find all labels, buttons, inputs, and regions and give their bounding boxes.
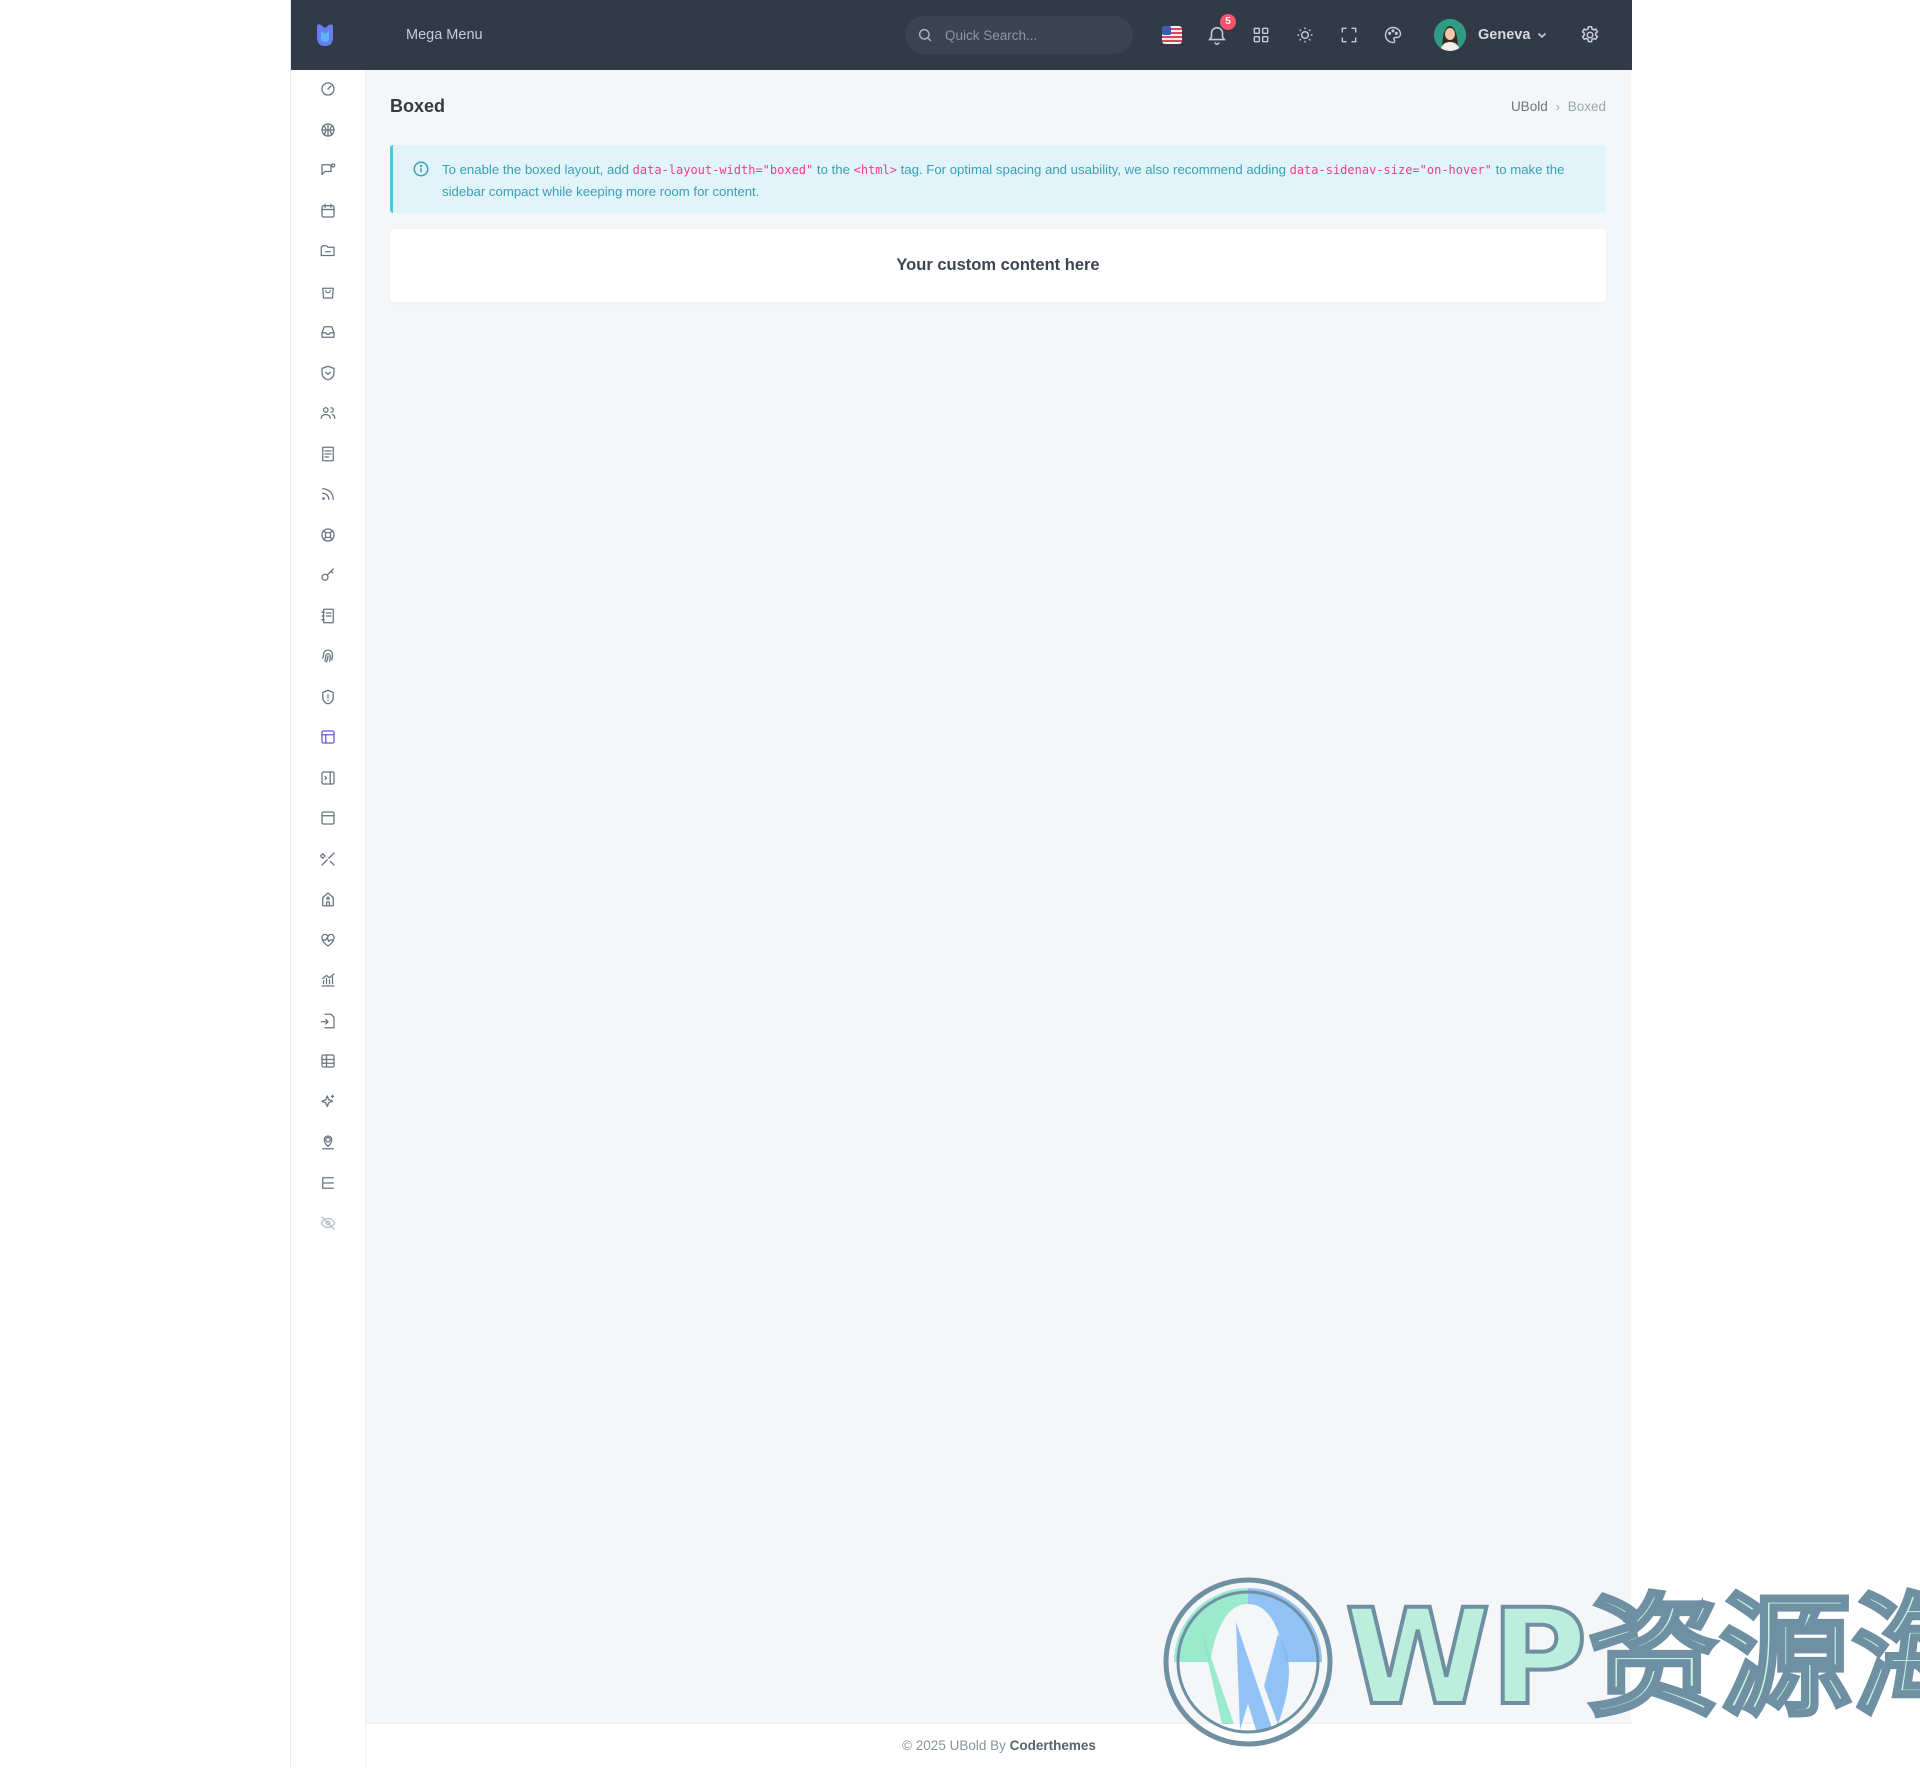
layout-navbar-icon[interactable]	[317, 807, 339, 829]
apps-grid-icon[interactable]	[1249, 23, 1273, 47]
alert-text-1: To enable the boxed layout, add	[442, 162, 633, 177]
breadcrumb-current: Boxed	[1567, 99, 1606, 114]
file-import-icon[interactable]	[317, 1010, 339, 1032]
search-box[interactable]	[905, 16, 1133, 54]
table-icon[interactable]	[317, 1050, 339, 1072]
search-input[interactable]	[945, 27, 1125, 43]
building-icon[interactable]	[317, 888, 339, 910]
tools-icon[interactable]	[317, 848, 339, 870]
rss-icon[interactable]	[317, 483, 339, 505]
notebook-icon[interactable]	[317, 605, 339, 627]
breadcrumb-separator-icon: ›	[1555, 99, 1560, 114]
shield-exclamation-icon[interactable]	[317, 686, 339, 708]
fingerprint-icon[interactable]	[317, 645, 339, 667]
basketball-icon[interactable]	[317, 119, 339, 141]
alert-message: To enable the boxed layout, add data-lay…	[442, 159, 1597, 202]
chevron-down-icon[interactable]	[1536, 29, 1548, 41]
search-icon	[918, 28, 932, 42]
user-name[interactable]: Geneva	[1478, 27, 1530, 43]
lifebuoy-icon[interactable]	[317, 524, 339, 546]
gear-icon[interactable]	[1577, 22, 1603, 48]
us-flag-icon[interactable]	[1162, 26, 1182, 44]
gauge-icon[interactable]	[317, 78, 339, 100]
info-alert: To enable the boxed layout, add data-lay…	[390, 145, 1606, 213]
fullscreen-icon[interactable]	[1337, 23, 1361, 47]
chart-line-icon[interactable]	[317, 969, 339, 991]
boxed-layout: Mega Menu 5	[290, 0, 1632, 1767]
layout-boxed-icon[interactable]	[317, 726, 339, 748]
code-layout-width: data-layout-width="boxed"	[632, 163, 814, 177]
key-icon[interactable]	[317, 564, 339, 586]
alert-text-3: tag. For optimal spacing and usability, …	[896, 162, 1290, 177]
sidebar-right-icon[interactable]	[317, 767, 339, 789]
logo-icon[interactable]	[312, 21, 338, 49]
code-html-tag: <html>	[853, 163, 897, 177]
page-title: Boxed	[390, 96, 446, 116]
eye-off-icon[interactable]	[317, 1212, 339, 1234]
footer-brand-link[interactable]: Coderthemes	[1010, 1738, 1096, 1753]
watermark-text: WP资源海	[1343, 1578, 1920, 1738]
code-sidenav-size: data-sidenav-size="on-hover"	[1289, 163, 1492, 177]
file-text-icon[interactable]	[317, 443, 339, 465]
info-icon	[413, 161, 429, 177]
sun-icon[interactable]	[1293, 23, 1317, 47]
shopping-bag-icon[interactable]	[317, 281, 339, 303]
notification-badge: 5	[1220, 14, 1236, 30]
mega-menu-link[interactable]: Mega Menu	[406, 0, 483, 70]
palette-icon[interactable]	[1381, 23, 1405, 47]
avatar[interactable]	[1434, 19, 1466, 51]
footer-copyright: © 2025 UBold By	[902, 1738, 1010, 1753]
watermark-cjk: 资源海	[1585, 1579, 1920, 1737]
user-menu[interactable]: Geneva	[1434, 19, 1548, 51]
watermark: WP资源海	[1160, 1574, 1920, 1750]
breadcrumb-root[interactable]: UBold	[1511, 99, 1548, 114]
users-icon[interactable]	[317, 402, 339, 424]
sidebar	[291, 70, 366, 1767]
sparkles-icon[interactable]	[317, 1091, 339, 1113]
activity-heart-icon[interactable]	[317, 929, 339, 951]
folder-icon[interactable]	[317, 240, 339, 262]
wordpress-logo-icon	[1163, 1577, 1333, 1747]
message-icon[interactable]	[317, 159, 339, 181]
map-pin-icon[interactable]	[317, 1131, 339, 1153]
card-text: Your custom content here	[896, 256, 1100, 274]
alert-text-2: to the	[813, 162, 854, 177]
list-tree-icon[interactable]	[317, 1172, 339, 1194]
inbox-icon[interactable]	[317, 321, 339, 343]
shield-heart-icon[interactable]	[317, 362, 339, 384]
content-card: Your custom content here	[390, 229, 1606, 302]
watermark-latin: WP	[1343, 1579, 1589, 1737]
topbar: Mega Menu 5	[291, 0, 1632, 70]
breadcrumb: UBold › Boxed	[1511, 99, 1606, 114]
calendar-icon[interactable]	[317, 200, 339, 222]
